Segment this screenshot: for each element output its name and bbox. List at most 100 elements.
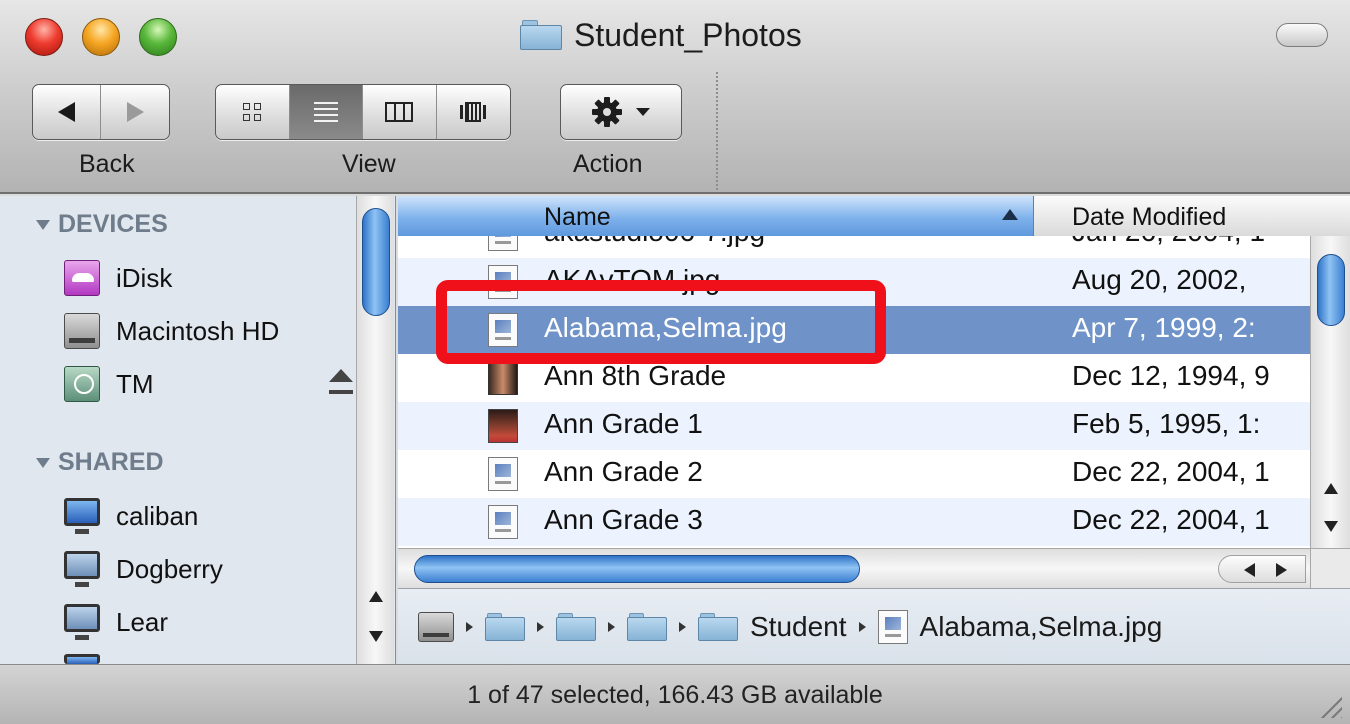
arrow-up-icon	[1324, 482, 1338, 494]
close-window-button[interactable]	[25, 18, 63, 56]
list-vertical-scrollbar[interactable]	[1310, 236, 1350, 548]
sidebar-scroll-thumb[interactable]	[362, 208, 390, 316]
folder-icon[interactable]	[556, 612, 596, 641]
column-header-label: Date Modified	[1072, 203, 1227, 231]
sidebar-item-idisk[interactable]: iDisk	[64, 256, 354, 300]
status-bar: 1 of 47 selected, 166.43 GB available	[0, 664, 1350, 724]
arrow-down-icon	[369, 630, 383, 642]
sidebar: DEVICES iDisk Macintosh HD TM SHARED cal…	[0, 196, 396, 675]
column-header-date-modified[interactable]: Date Modified	[1034, 196, 1350, 236]
sidebar-section-label: DEVICES	[58, 210, 168, 238]
eject-icon[interactable]	[328, 369, 354, 395]
table-row[interactable]: Ann Grade 1 Feb 5, 1995, 1:	[398, 402, 1310, 450]
computer-icon	[64, 551, 100, 587]
file-date: Aug 20, 2002,	[1072, 264, 1247, 295]
window-title: Student_Photos	[574, 16, 802, 53]
toolbar-toggle-button[interactable]	[1276, 23, 1328, 47]
arrow-down-icon	[1324, 520, 1338, 532]
folder-icon[interactable]	[485, 612, 525, 641]
view-mode-control	[215, 84, 511, 140]
scroll-up-button[interactable]	[1322, 476, 1340, 500]
column-view-icon	[385, 102, 414, 122]
idisk-icon	[64, 260, 100, 296]
sidebar-scrollbar[interactable]	[356, 196, 394, 664]
folder-icon[interactable]	[627, 612, 667, 641]
sidebar-item-label: iDisk	[116, 262, 173, 293]
gear-icon	[592, 97, 622, 127]
forward-button[interactable]	[101, 85, 169, 139]
scroll-down-button[interactable]	[367, 624, 385, 648]
table-row[interactable]: akastudio06-7.jpg Jan 26, 2004, 1	[398, 236, 1310, 258]
sidebar-item-label: Macintosh HD	[116, 315, 280, 346]
column-header-name[interactable]: Name	[398, 196, 1034, 236]
path-separator-icon	[608, 621, 615, 632]
image-document-icon[interactable]	[877, 609, 908, 644]
action-menu-button[interactable]	[560, 84, 682, 140]
back-button[interactable]	[33, 85, 101, 139]
sidebar-section-devices[interactable]: DEVICES	[36, 210, 168, 239]
list-scroll-thumb[interactable]	[1317, 254, 1345, 326]
computer-icon	[64, 498, 100, 534]
disclosure-triangle-icon	[36, 457, 50, 468]
path-item-student[interactable]: Student	[750, 611, 847, 643]
computer-icon	[64, 604, 100, 640]
sidebar-item-label: Dogberry	[116, 553, 223, 584]
sidebar-item-tm[interactable]: TM	[64, 362, 354, 406]
file-date: Dec 22, 2004, 1	[1072, 504, 1270, 535]
toolbar-divider	[716, 72, 718, 190]
file-date: Dec 22, 2004, 1	[1072, 456, 1270, 487]
sidebar-item-label: caliban	[116, 500, 199, 531]
list-view-icon	[313, 102, 338, 122]
scroll-up-button[interactable]	[367, 584, 385, 608]
horizontal-scroll-thumb[interactable]	[414, 555, 860, 583]
icon-view-icon	[243, 103, 262, 121]
file-name: Ann Grade 2	[544, 456, 703, 487]
window-title-bar: Student_Photos	[520, 13, 802, 57]
finder-window: Student_Photos Back View Action DEVICES …	[0, 0, 1350, 724]
sidebar-item-lear[interactable]: Lear	[64, 600, 354, 644]
hard-drive-icon	[64, 313, 100, 349]
time-machine-drive-icon	[64, 366, 100, 402]
table-row[interactable]: Ann Grade 2 Dec 22, 2004, 1	[398, 450, 1310, 498]
file-date: Jan 26, 2004, 1	[1072, 236, 1310, 248]
file-date: Feb 5, 1995, 1:	[1072, 408, 1261, 439]
table-row[interactable]: Ann Grade 3 Dec 22, 2004, 1	[398, 498, 1310, 546]
file-name: Ann Grade 1	[544, 408, 703, 439]
forward-arrow-icon	[126, 102, 144, 122]
scroll-left-button[interactable]	[1241, 562, 1257, 578]
back-arrow-icon	[58, 102, 75, 122]
file-name: Ann Grade 3	[544, 504, 703, 535]
sidebar-section-shared[interactable]: SHARED	[36, 448, 164, 477]
folder-icon[interactable]	[698, 612, 738, 641]
action-button-face[interactable]	[561, 85, 681, 139]
coverflow-view-button[interactable]	[437, 85, 511, 139]
image-document-icon	[488, 505, 518, 539]
photo-thumbnail-icon	[488, 361, 518, 395]
sidebar-item-caliban[interactable]: caliban	[64, 494, 354, 538]
sidebar-item-dogberry[interactable]: Dogberry	[64, 547, 354, 591]
path-separator-icon	[679, 621, 686, 632]
path-separator-icon	[537, 621, 544, 632]
coverflow-view-icon	[460, 102, 487, 122]
list-horizontal-scrollbar[interactable]	[398, 548, 1310, 588]
photo-thumbnail-icon	[488, 409, 518, 443]
sidebar-item-label: Lear	[116, 606, 169, 637]
image-document-icon	[488, 457, 518, 491]
minimize-window-button[interactable]	[82, 18, 120, 56]
sort-ascending-icon	[1002, 209, 1018, 220]
chevron-down-icon	[636, 108, 650, 116]
back-label: Back	[79, 150, 135, 178]
computer-icon	[64, 654, 100, 675]
arrow-right-icon	[1275, 563, 1287, 577]
icon-view-button[interactable]	[216, 85, 290, 139]
hard-drive-icon[interactable]	[418, 611, 454, 642]
scroll-corner	[1310, 548, 1350, 588]
list-view-button[interactable]	[289, 85, 363, 139]
disclosure-triangle-icon	[36, 219, 50, 230]
zoom-window-button[interactable]	[139, 18, 177, 56]
scroll-right-button[interactable]	[1273, 562, 1289, 578]
scroll-down-button[interactable]	[1322, 514, 1340, 538]
sidebar-item-macintosh-hd[interactable]: Macintosh HD	[64, 309, 354, 353]
column-view-button[interactable]	[363, 85, 437, 139]
path-item-file[interactable]: Alabama,Selma.jpg	[920, 611, 1163, 643]
